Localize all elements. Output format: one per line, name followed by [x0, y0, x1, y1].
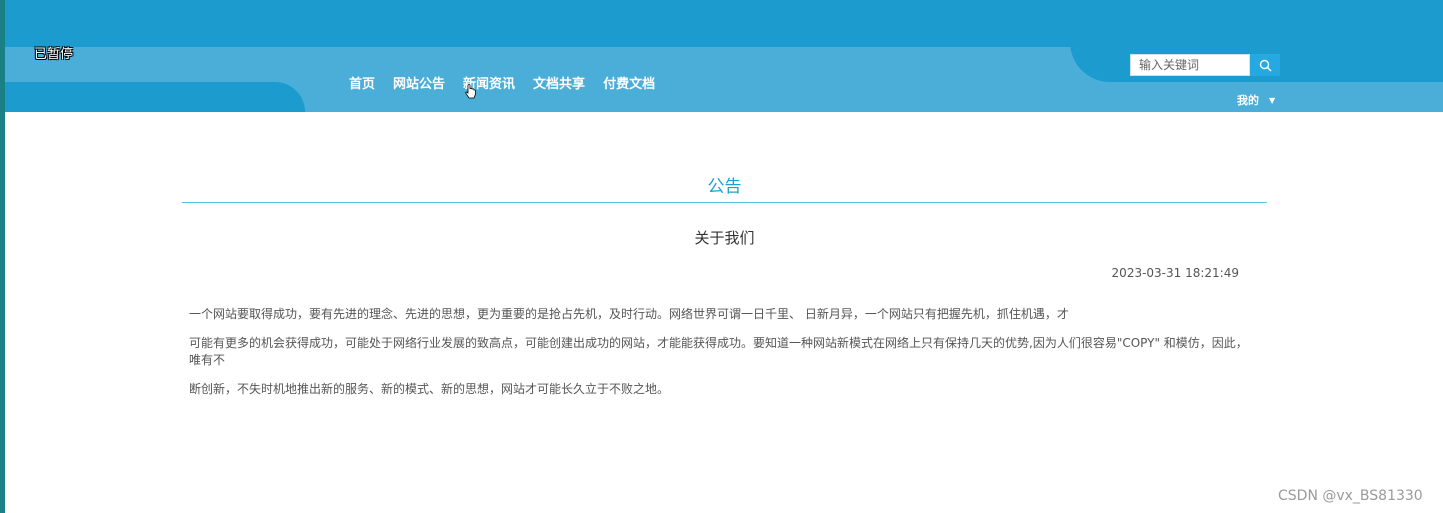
section-title: 公告 [707, 177, 742, 197]
nav-item-docs-share[interactable]: 文档共享 [533, 73, 585, 92]
main-nav: 首页 网站公告 新闻资讯 文档共享 付费文档 [349, 73, 673, 92]
article-content: 一个网站要取得成功，要有先进的理念、先进的思想，更为重要的是抢占先机，及时行动。… [189, 306, 1249, 410]
paused-overlay-label: 已暂停 [34, 47, 74, 62]
section-divider [182, 202, 1267, 203]
caret-down-icon: ▼ [1269, 95, 1276, 105]
header-left-curve [5, 82, 305, 112]
search-icon [1259, 59, 1271, 71]
article-title: 关于我们 [694, 229, 755, 247]
search-button[interactable] [1250, 54, 1280, 76]
article-paragraph: 断创新，不失时机地推出新的服务、新的模式、新的思想，网站才可能长久立于不败之地。 [189, 382, 670, 396]
search-input[interactable] [1130, 54, 1250, 76]
user-menu[interactable]: 我的 ▼ [1237, 92, 1275, 108]
article-paragraph: 可能有更多的机会获得成功，可能处于网络行业发展的致高点，可能创建出成功的网站，才… [189, 336, 1248, 367]
watermark: CSDN @vx_BS81330 [1278, 488, 1423, 504]
article-date: 2023-03-31 18:21:49 [1111, 266, 1239, 280]
user-menu-label: 我的 [1237, 94, 1259, 107]
search-bar [1130, 54, 1280, 76]
article-paragraph: 一个网站要取得成功，要有先进的理念、先进的思想，更为重要的是抢占先机，及时行动。… [189, 307, 1069, 321]
hand-cursor-icon [465, 84, 476, 99]
nav-item-announcements[interactable]: 网站公告 [393, 73, 445, 92]
nav-item-home[interactable]: 首页 [349, 73, 375, 92]
nav-item-paid-docs[interactable]: 付费文档 [603, 73, 655, 92]
